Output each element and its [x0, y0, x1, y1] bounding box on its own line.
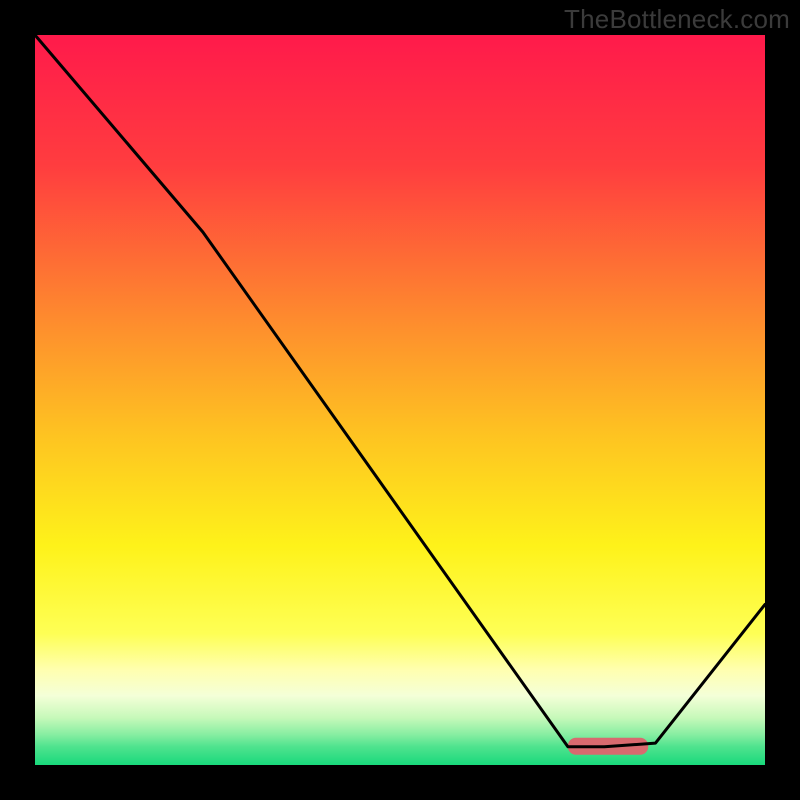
chart-svg: [35, 35, 765, 765]
chart-plot: [35, 35, 765, 765]
watermark-text: TheBottleneck.com: [564, 4, 790, 35]
gradient-background: [35, 35, 765, 765]
chart-frame: TheBottleneck.com: [0, 0, 800, 800]
